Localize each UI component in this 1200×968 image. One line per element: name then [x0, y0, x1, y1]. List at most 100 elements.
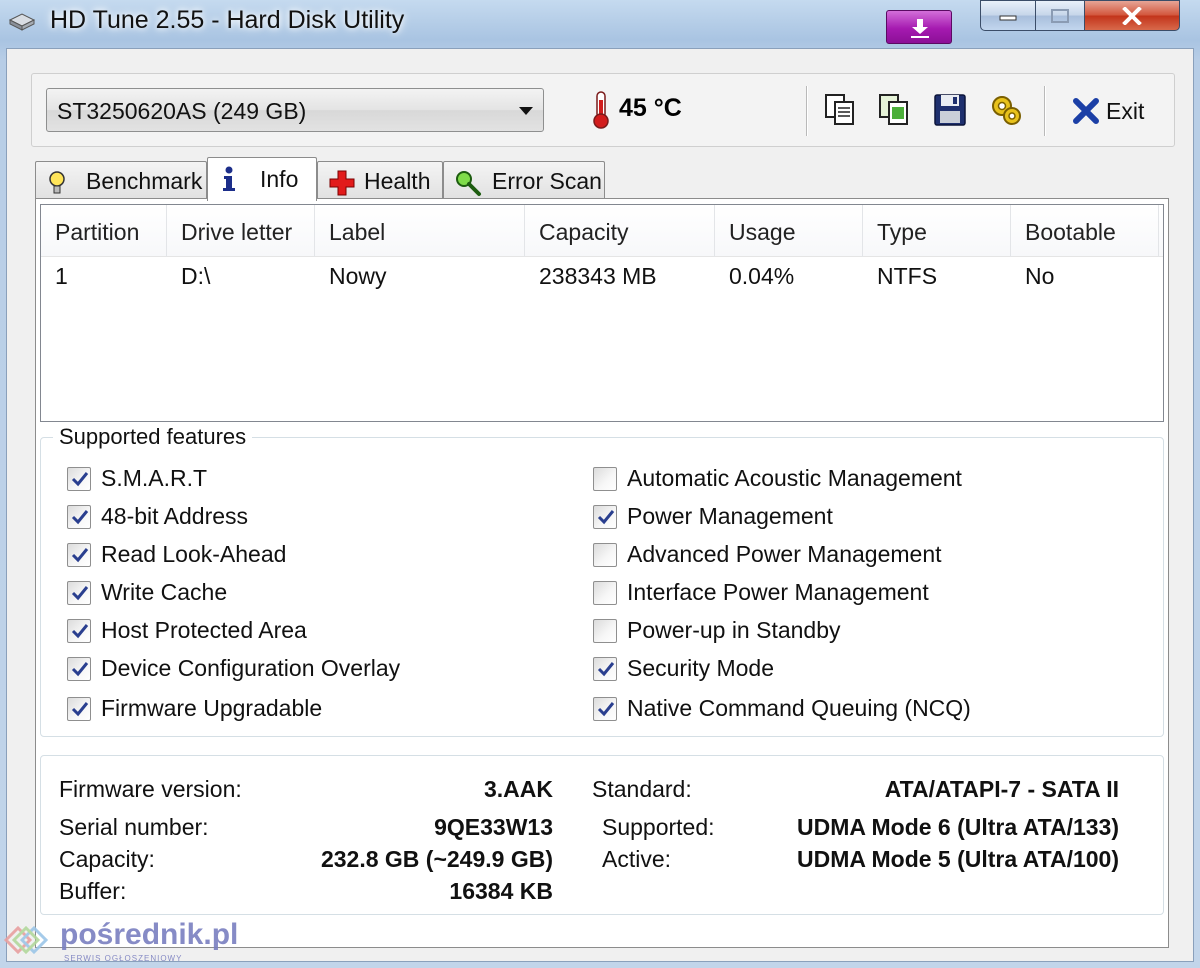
tab-error-scan[interactable]: Error Scan [443, 161, 605, 199]
checkbox[interactable] [593, 467, 617, 491]
tab-label: Info [260, 166, 299, 192]
options-button[interactable] [988, 92, 1024, 128]
table-row[interactable]: 1 D:\ Nowy 238343 MB 0.04% NTFS No [41, 257, 1163, 301]
checkbox[interactable] [593, 543, 617, 567]
column-header-label[interactable]: Label [315, 205, 525, 257]
column-header-type[interactable]: Type [863, 205, 1011, 257]
checkbox[interactable] [593, 697, 617, 721]
capacity-value: 232.8 GB (~249.9 GB) [320, 846, 553, 872]
checkmark-icon [71, 472, 89, 487]
partition-list-header: Partition Drive letter Label Capacity Us… [41, 205, 1163, 257]
tab-health[interactable]: Health [317, 161, 443, 199]
close-icon [1122, 6, 1142, 25]
watermark-subtext: SERWIS OGŁOSZENIOWY [64, 954, 183, 963]
active-value: UDMA Mode 5 (Ultra ATA/100) [796, 846, 1119, 872]
copy-all-button[interactable] [876, 92, 912, 128]
checkbox[interactable] [67, 697, 91, 721]
app-window: HD Tune 2.55 - Hard Disk Utility ST32506… [0, 0, 1200, 968]
checkbox[interactable] [67, 505, 91, 529]
tab-info[interactable]: Info [207, 157, 317, 201]
checkmark-icon [71, 548, 89, 563]
temperature-value: 45 °C [619, 94, 682, 122]
watermark-text: pośrednik.pl [60, 918, 239, 951]
checkbox[interactable] [67, 619, 91, 643]
partition-list[interactable]: Partition Drive letter Label Capacity Us… [40, 204, 1164, 422]
drive-select[interactable]: ST3250620AS (249 GB) [46, 88, 544, 132]
minimize-icon [999, 15, 1017, 20]
supported-value: UDMA Mode 6 (Ultra ATA/133) [796, 814, 1119, 840]
tab-label: Error Scan [492, 168, 602, 194]
maximize-button[interactable] [1035, 0, 1085, 31]
checkmark-icon [71, 702, 89, 717]
close-button[interactable] [1084, 0, 1180, 31]
save-button[interactable] [932, 92, 968, 128]
cell-usage: 0.04% [729, 263, 795, 289]
cell-partition: 1 [55, 263, 68, 289]
chevron-down-icon [519, 107, 533, 115]
minimize-to-tray-button[interactable] [886, 10, 952, 44]
cell-drive-letter: D:\ [181, 263, 211, 289]
settings-icon [992, 96, 1021, 125]
supported-features-group: Supported features S.M.A.R.T 48-bit Addr… [40, 424, 1164, 737]
exit-label: Exit [1106, 98, 1145, 124]
exit-button[interactable]: Exit [1072, 92, 1152, 128]
serial-value: 9QE33W13 [434, 814, 553, 840]
column-header-usage[interactable]: Usage [715, 205, 863, 257]
info-icon [223, 166, 235, 191]
checkmark-icon [71, 586, 89, 601]
column-header-capacity[interactable]: Capacity [525, 205, 715, 257]
cell-capacity: 238343 MB [539, 263, 657, 289]
info-tab-panel: Partition Drive letter Label Capacity Us… [35, 198, 1169, 948]
watermark-logo: pośrednik.pl SERWIS OGŁOSZENIOWY [2, 918, 272, 966]
cell-type: NTFS [877, 263, 938, 289]
toolbar: ST3250620AS (249 GB) 45 °C Exit [31, 73, 1175, 147]
arrow-down-icon [911, 19, 929, 38]
checkmark-icon [597, 510, 615, 525]
magnifier-icon [456, 171, 481, 196]
firmware-value: 3.AAK [483, 776, 553, 802]
checkbox[interactable] [67, 657, 91, 681]
drive-select-value: ST3250620AS (249 GB) [57, 98, 307, 124]
toolbar-separator [1044, 86, 1046, 136]
standard-value: ATA/ATAPI-7 - SATA II [884, 776, 1119, 802]
checkmark-icon [71, 624, 89, 639]
window-title: HD Tune 2.55 - Hard Disk Utility [50, 6, 405, 34]
capacity-label: Capacity: [59, 846, 155, 872]
tab-label: Benchmark [86, 168, 203, 194]
checkbox[interactable] [67, 543, 91, 567]
drive-info-group: Firmware version: 3.AAK Serial number: 9… [40, 755, 1164, 915]
checkmark-icon [597, 702, 615, 717]
clipboard-icon [879, 94, 908, 125]
checkmark-icon [71, 510, 89, 525]
copy-icon [825, 94, 854, 125]
health-cross-icon [329, 170, 355, 196]
supported-label: Supported: [602, 814, 715, 840]
copy-info-button[interactable] [822, 92, 858, 128]
window-controls [980, 0, 1194, 32]
serial-label: Serial number: [59, 814, 209, 840]
checkbox[interactable] [67, 581, 91, 605]
standard-label: Standard: [592, 776, 692, 802]
column-header-drive-letter[interactable]: Drive letter [167, 205, 315, 257]
checkbox[interactable] [67, 467, 91, 491]
minimize-button[interactable] [980, 0, 1036, 31]
client-area: ST3250620AS (249 GB) 45 °C Exit Benchmar… [6, 48, 1194, 962]
checkmark-icon [71, 662, 89, 677]
active-label: Active: [602, 846, 672, 872]
checkbox[interactable] [593, 619, 617, 643]
column-header-bootable[interactable]: Bootable [1011, 205, 1159, 257]
thermometer-icon [593, 91, 609, 129]
lightbulb-icon [49, 171, 65, 194]
supported-features-legend: Supported features [53, 424, 253, 450]
checkbox[interactable] [593, 657, 617, 681]
hard-disk-icon [8, 10, 36, 34]
checkbox[interactable] [593, 581, 617, 605]
column-header-partition[interactable]: Partition [41, 205, 167, 257]
buffer-label: Buffer: [59, 878, 127, 904]
tab-strip: Benchmark Info Health Error Scan [35, 157, 635, 201]
checkbox[interactable] [593, 505, 617, 529]
tab-benchmark[interactable]: Benchmark [35, 161, 207, 199]
title-bar[interactable]: HD Tune 2.55 - Hard Disk Utility [0, 0, 1200, 48]
checkmark-icon [597, 662, 615, 677]
exit-icon [1073, 98, 1099, 124]
